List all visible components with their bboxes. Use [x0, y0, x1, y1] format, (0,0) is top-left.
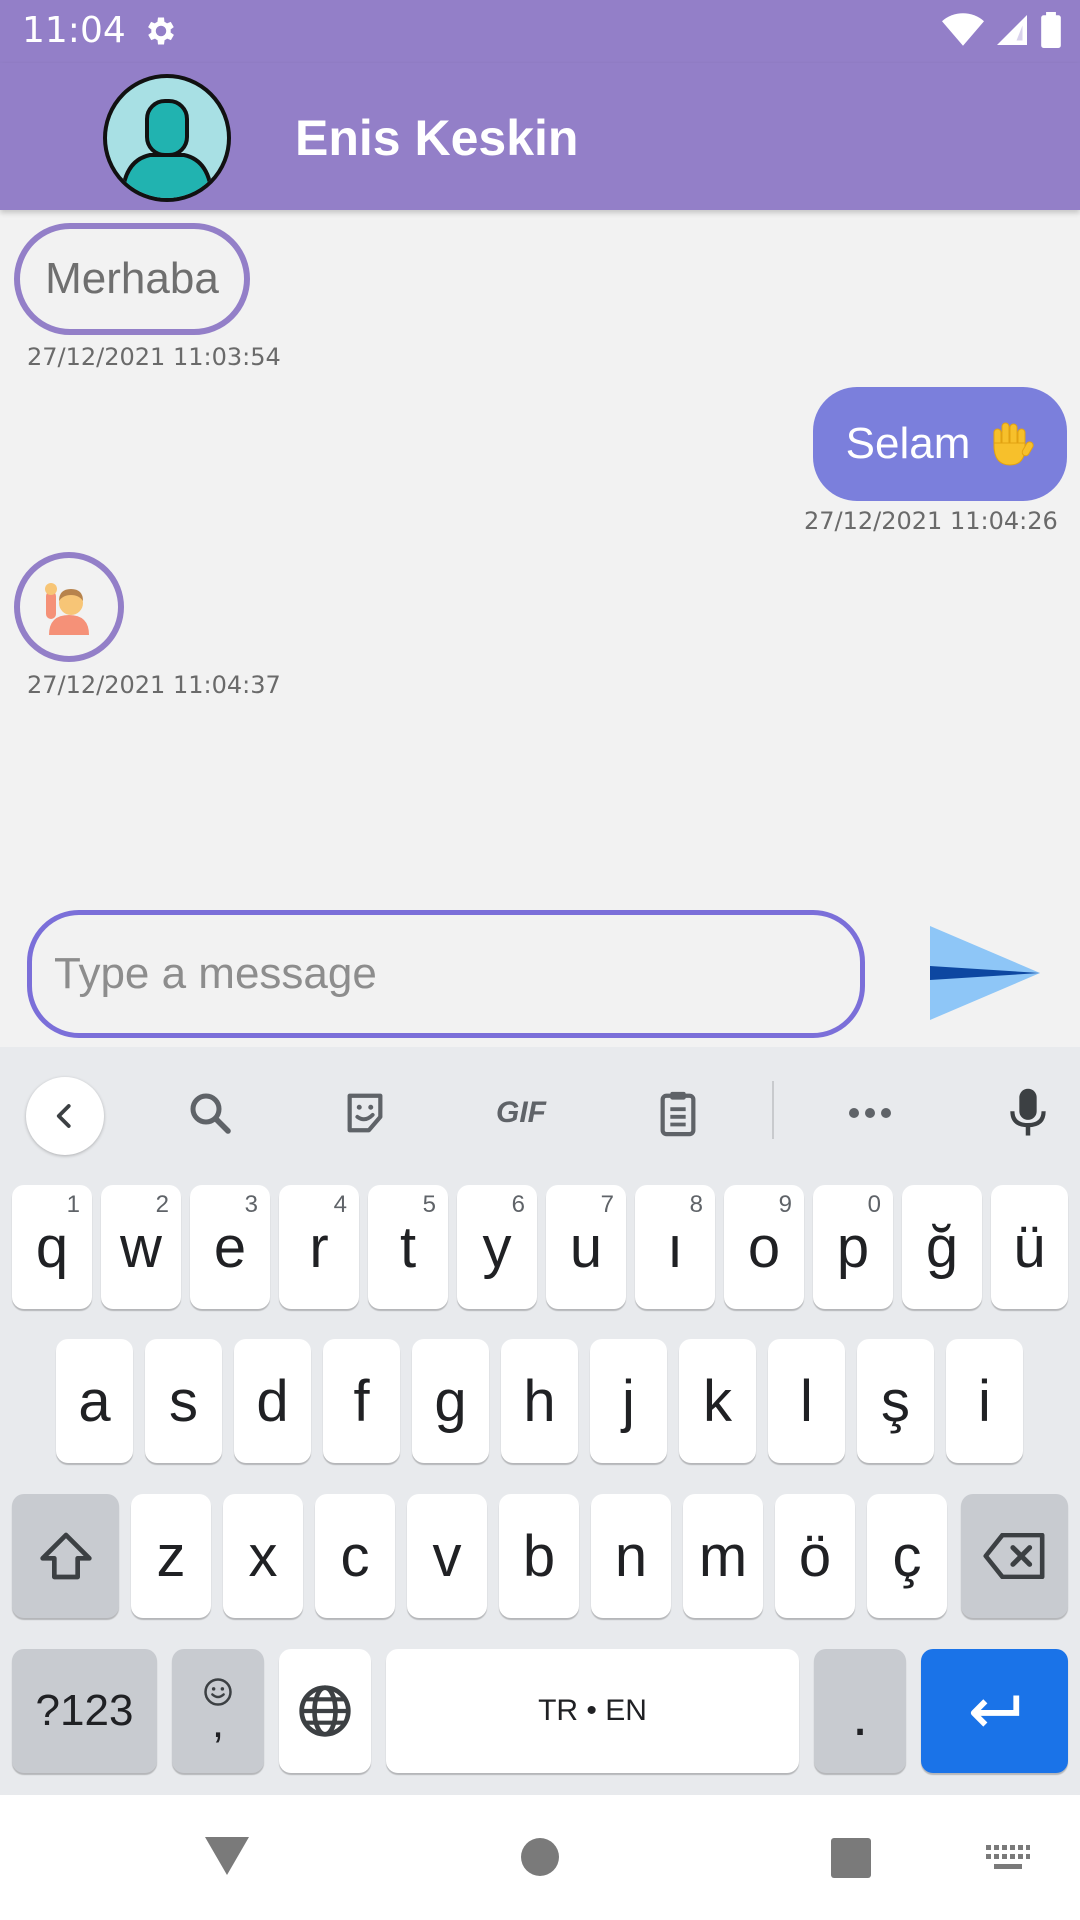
home-circle-icon[interactable]	[520, 1837, 560, 1877]
wifi-icon	[942, 13, 984, 46]
key-m[interactable]: m	[683, 1494, 763, 1618]
shift-key[interactable]	[12, 1494, 119, 1618]
key-d[interactable]: d	[234, 1339, 311, 1463]
shift-arrow-icon	[39, 1532, 92, 1580]
key-i[interactable]: i	[946, 1339, 1023, 1463]
comma-label: ,	[211, 1698, 225, 1747]
key-g-breve[interactable]: ğ	[902, 1185, 982, 1309]
key-z[interactable]: z	[131, 1494, 211, 1618]
key-o[interactable]: 9o	[724, 1185, 804, 1309]
key-u-umlaut[interactable]: ü	[991, 1185, 1068, 1309]
keyboard-voice-button[interactable]	[998, 1084, 1058, 1142]
keyboard-clipboard-button[interactable]	[648, 1084, 708, 1142]
keyboard-toolbar: GIF	[0, 1047, 1080, 1177]
key-t[interactable]: 5t	[368, 1185, 448, 1309]
key-a[interactable]: a	[56, 1339, 133, 1463]
globe-icon	[299, 1685, 351, 1737]
keyboard-more-button[interactable]	[840, 1084, 900, 1142]
backspace-icon	[982, 1533, 1044, 1579]
key-x[interactable]: x	[223, 1494, 303, 1618]
backspace-key[interactable]	[961, 1494, 1068, 1618]
emoji-comma-key[interactable]: ,	[172, 1649, 264, 1773]
key-f[interactable]: f	[323, 1339, 400, 1463]
key-c[interactable]: c	[315, 1494, 395, 1618]
key-k[interactable]: k	[679, 1339, 756, 1463]
key-s[interactable]: s	[145, 1339, 222, 1463]
enter-key[interactable]	[921, 1649, 1068, 1773]
key-p[interactable]: 0p	[813, 1185, 893, 1309]
incoming-emoji-bubble[interactable]	[14, 552, 124, 662]
key-q[interactable]: 1q	[12, 1185, 92, 1309]
cellular-signal-icon	[997, 15, 1027, 45]
person-raising-hand-emoji-icon	[45, 583, 89, 635]
contact-avatar[interactable]	[102, 73, 232, 203]
status-time: 11:04	[22, 10, 126, 51]
incoming-message-bubble[interactable]: Merhaba	[14, 223, 250, 335]
enter-arrow-icon	[970, 1695, 1019, 1727]
key-y[interactable]: 6y	[457, 1185, 537, 1309]
key-l[interactable]: l	[768, 1339, 845, 1463]
key-r[interactable]: 4r	[279, 1185, 359, 1309]
key-s-cedilla[interactable]: ş	[857, 1339, 934, 1463]
settings-gear-icon	[148, 17, 174, 45]
more-horizontal-icon	[849, 1108, 891, 1118]
keyboard-collapse-button[interactable]	[26, 1077, 104, 1155]
sticker-icon	[347, 1093, 383, 1133]
message-text: Merhaba	[45, 254, 219, 303]
outgoing-message-bubble[interactable]: Selam	[813, 387, 1067, 501]
keyboard-gif-button[interactable]: GIF	[486, 1084, 556, 1142]
microphone-icon	[1010, 1088, 1046, 1136]
key-h[interactable]: h	[501, 1339, 578, 1463]
recents-square-icon[interactable]	[831, 1838, 871, 1878]
key-dotless-i[interactable]: 8ı	[635, 1185, 715, 1309]
keyboard-switcher-icon[interactable]	[986, 1845, 1030, 1875]
key-e[interactable]: 3e	[190, 1185, 270, 1309]
toolbar-divider	[772, 1081, 774, 1139]
message-timestamp: 27/12/2021 11:04:37	[27, 671, 281, 699]
raised-hand-emoji-icon	[993, 422, 1035, 466]
key-b[interactable]: b	[499, 1494, 579, 1618]
chat-header: Enis Keskin	[0, 63, 1080, 210]
space-key[interactable]: TR • EN	[386, 1649, 799, 1773]
key-w[interactable]: 2w	[101, 1185, 181, 1309]
search-icon	[190, 1093, 231, 1134]
clipboard-icon	[660, 1091, 696, 1137]
key-o-umlaut[interactable]: ö	[775, 1494, 855, 1618]
soft-keyboard: GIF 1q 2w 3e 4r 5t 6y 7u 8ı 9o 0p ğ ü a …	[0, 1047, 1080, 1795]
back-triangle-icon[interactable]	[205, 1837, 249, 1877]
key-g[interactable]: g	[412, 1339, 489, 1463]
status-icons	[942, 12, 1062, 48]
symbols-key[interactable]: ?123	[12, 1649, 157, 1773]
keyboard-sticker-button[interactable]	[335, 1084, 395, 1142]
contact-name: Enis Keskin	[295, 110, 579, 166]
message-timestamp: 27/12/2021 11:04:26	[804, 507, 1058, 535]
key-c-cedilla[interactable]: ç	[867, 1494, 947, 1618]
key-j[interactable]: j	[590, 1339, 667, 1463]
language-key[interactable]	[279, 1649, 371, 1773]
message-text: Selam	[845, 419, 971, 468]
send-button[interactable]	[922, 918, 1046, 1028]
key-v[interactable]: v	[407, 1494, 487, 1618]
key-u[interactable]: 7u	[546, 1185, 626, 1309]
message-timestamp: 27/12/2021 11:03:54	[27, 343, 281, 371]
battery-icon	[1041, 12, 1061, 48]
chevron-left-icon	[56, 1104, 71, 1128]
space-key-label: TR • EN	[538, 1694, 647, 1727]
keyboard-search-button[interactable]	[180, 1084, 240, 1142]
system-navigation-bar	[0, 1795, 1080, 1920]
key-n[interactable]: n	[591, 1494, 671, 1618]
period-key[interactable]: .	[814, 1649, 906, 1773]
status-bar: 11:04	[0, 0, 1080, 63]
message-input[interactable]	[27, 910, 865, 1038]
